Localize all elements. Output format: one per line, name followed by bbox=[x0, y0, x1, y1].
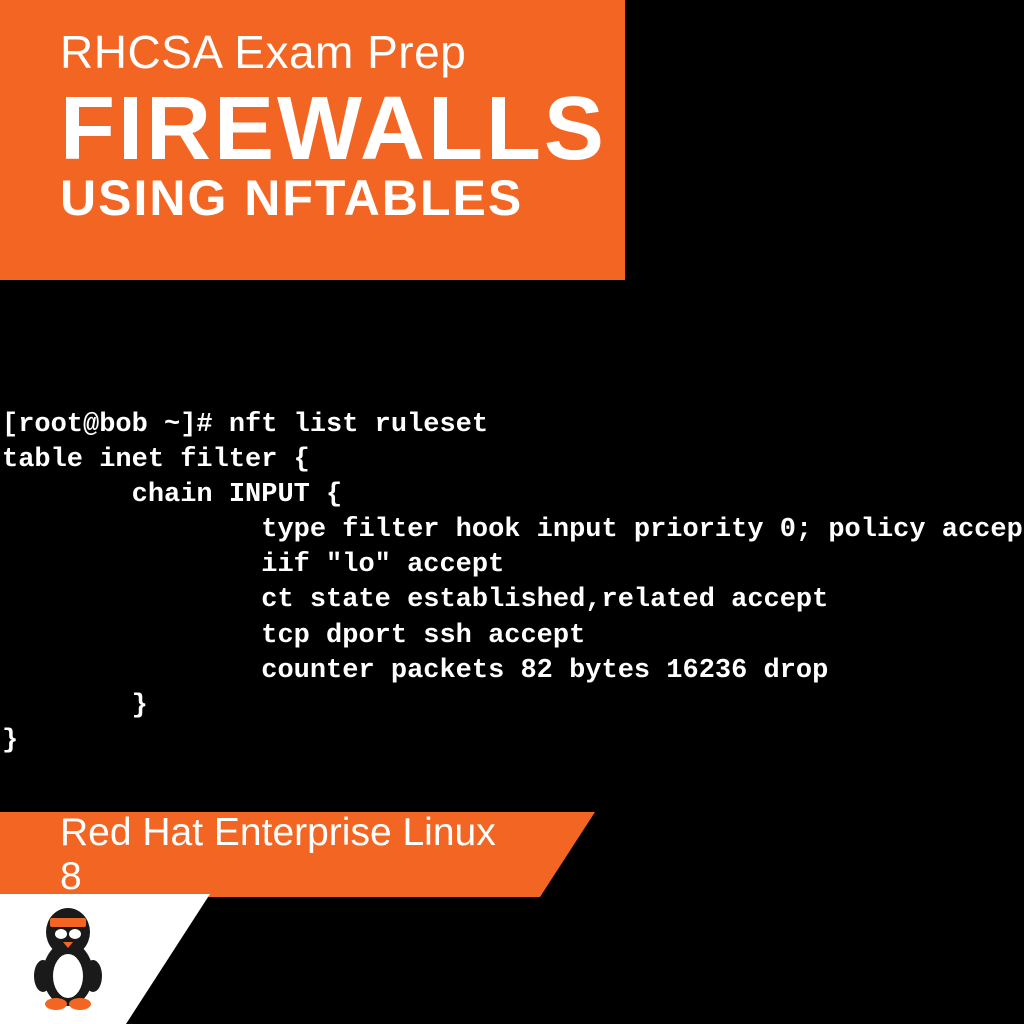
penguin-logo-icon bbox=[28, 904, 108, 1014]
main-title: FIREWALLS bbox=[60, 84, 580, 174]
subtitle-top: RHCSA Exam Prep bbox=[60, 25, 580, 79]
logo-panel bbox=[0, 894, 210, 1024]
terminal-line: table inet filter { bbox=[2, 445, 310, 475]
terminal-line: counter packets 82 bytes 16236 drop bbox=[2, 656, 828, 686]
terminal-line: iif "lo" accept bbox=[2, 550, 504, 580]
footer-text: Red Hat Enterprise Linux 8 bbox=[60, 811, 510, 899]
terminal-line: } bbox=[2, 691, 148, 721]
terminal-command: nft list ruleset bbox=[229, 410, 488, 440]
title-banner: RHCSA Exam Prep FIREWALLS USING NFTABLES bbox=[0, 0, 625, 280]
terminal-line: tcp dport ssh accept bbox=[2, 621, 585, 651]
terminal-prompt: [root@bob ~]# bbox=[2, 410, 229, 440]
terminal-line: } bbox=[2, 726, 18, 756]
terminal-output: [root@bob ~]# nft list ruleset table ine… bbox=[2, 408, 1024, 759]
footer-banner: Red Hat Enterprise Linux 8 bbox=[0, 812, 595, 897]
subtitle-bottom: USING NFTABLES bbox=[60, 169, 580, 227]
terminal-line: type filter hook input priority 0; polic… bbox=[2, 515, 1024, 545]
terminal-line: chain INPUT { bbox=[2, 480, 342, 510]
terminal-line: ct state established,related accept bbox=[2, 585, 828, 615]
